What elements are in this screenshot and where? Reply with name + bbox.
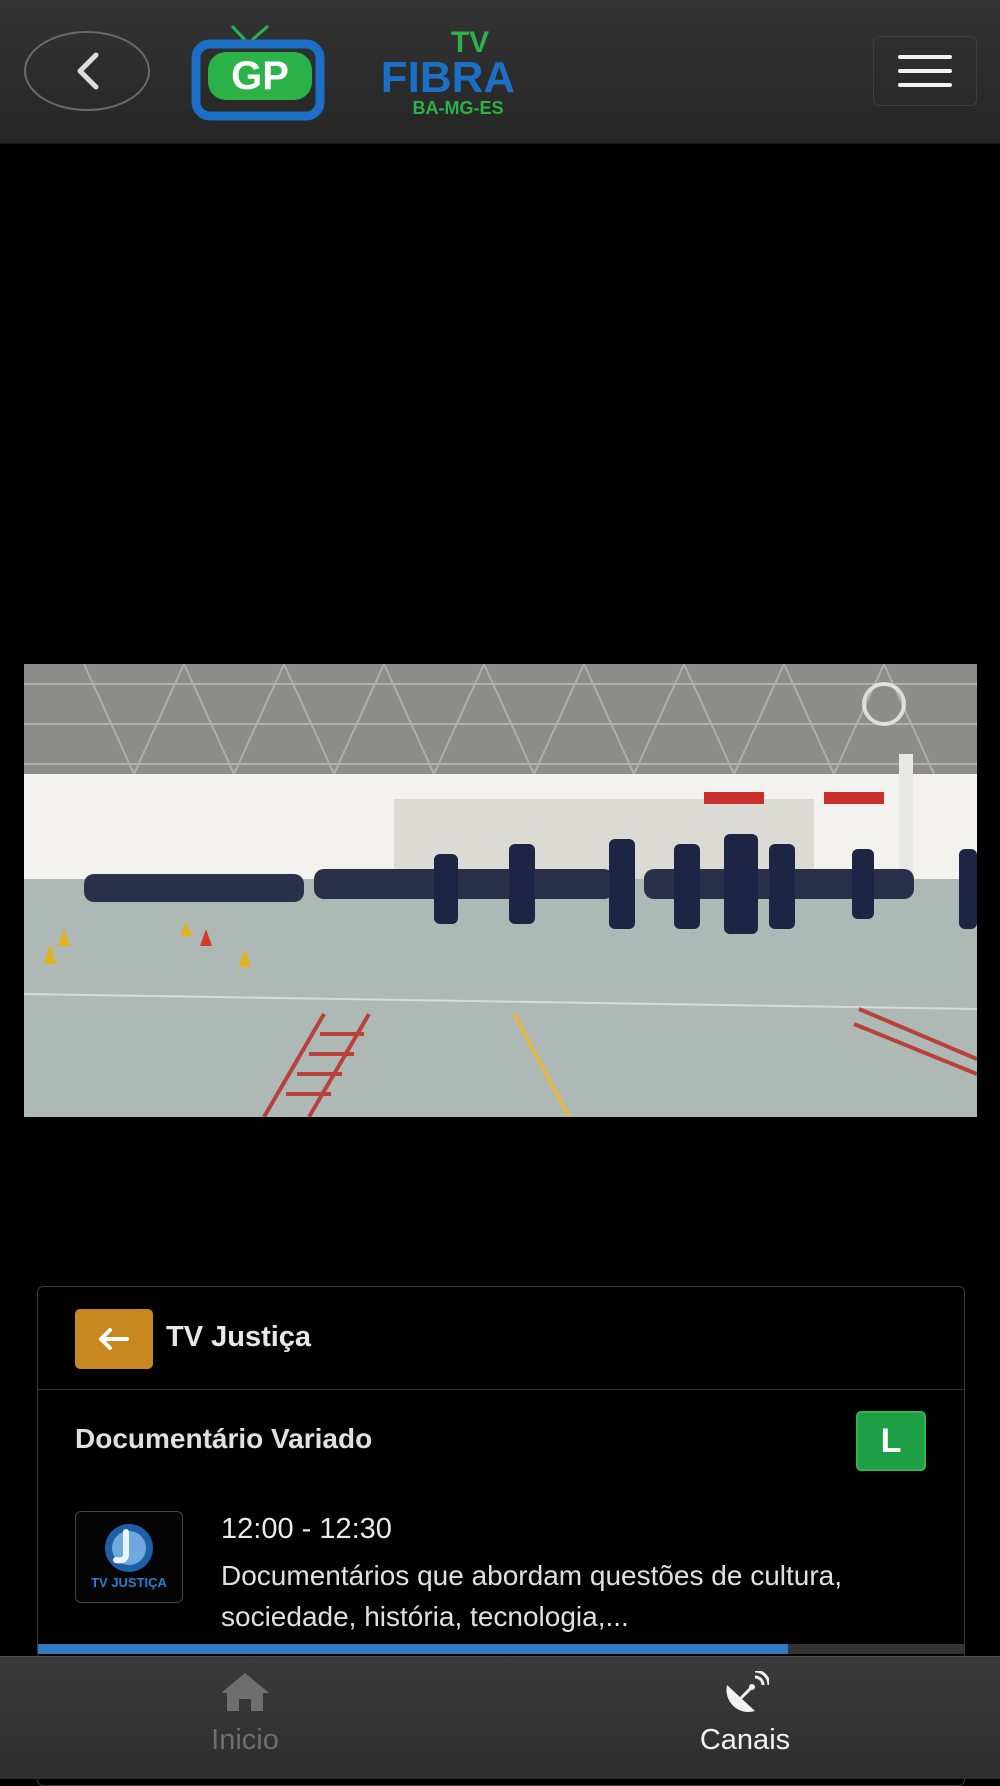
chevron-left-icon — [77, 52, 99, 90]
arrow-left-icon — [99, 1328, 129, 1350]
channel-back-button[interactable] — [75, 1309, 153, 1369]
app-logo: GP TV FIBRA BA-MG-ES — [190, 22, 550, 124]
channel-header: TV Justiça — [38, 1287, 964, 1390]
channel-name: TV Justiça — [166, 1321, 312, 1353]
program-description: Documentários que abordam questões de cu… — [221, 1560, 843, 1632]
menu-icon-bar — [898, 69, 952, 73]
svg-text:TV JUSTIÇA: TV JUSTIÇA — [91, 1575, 167, 1590]
video-frame — [24, 664, 977, 1117]
back-button[interactable] — [24, 31, 150, 111]
menu-icon-bar — [898, 55, 952, 59]
menu-button[interactable] — [873, 36, 977, 106]
nav-channels-label: Canais — [699, 1724, 791, 1756]
age-rating-badge: L — [856, 1411, 926, 1471]
bottom-navigation: Inicio Canais — [0, 1656, 1000, 1779]
app-header: GP TV FIBRA BA-MG-ES — [0, 0, 1000, 144]
svg-text:GP: GP — [231, 54, 289, 98]
svg-text:BA-MG-ES: BA-MG-ES — [413, 98, 504, 118]
program-time: 12:00 - 12:30 — [221, 1513, 392, 1545]
nav-channels[interactable]: Canais — [645, 1669, 845, 1771]
nav-home-label: Inicio — [211, 1724, 279, 1756]
svg-text:FIBRA: FIBRA — [381, 53, 515, 102]
program-progress-bar — [38, 1644, 964, 1654]
nav-home[interactable]: Inicio — [145, 1671, 345, 1771]
menu-icon-bar — [898, 83, 952, 87]
satellite-dish-icon — [726, 1669, 771, 1713]
channel-logo: TV JUSTIÇA — [75, 1511, 183, 1603]
program-progress-fill — [38, 1644, 789, 1654]
program-title: Documentário Variado — [75, 1423, 373, 1454]
video-player[interactable] — [24, 664, 977, 1117]
home-icon — [221, 1673, 269, 1711]
